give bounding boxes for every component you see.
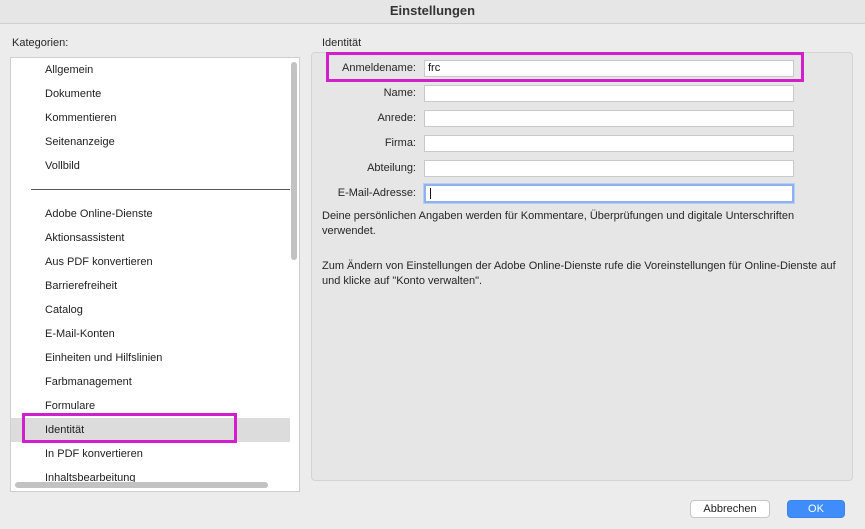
category-item-catalog[interactable]: Catalog xyxy=(11,298,290,322)
name-field[interactable] xyxy=(424,85,794,102)
category-item-einheiten-und-hilfslinien[interactable]: Einheiten und Hilfslinien xyxy=(11,346,290,370)
window-title: Einstellungen xyxy=(0,0,865,24)
salutation-label: Anrede: xyxy=(377,112,416,124)
salutation-field[interactable] xyxy=(424,110,794,127)
identity-info-text: Deine persönlichen Angaben werden für Ko… xyxy=(322,210,795,237)
company-label: Firma: xyxy=(384,137,416,149)
category-item-barrierefreiheit[interactable]: Barrierefreiheit xyxy=(11,274,290,298)
category-item-kommentieren[interactable]: Kommentieren xyxy=(11,106,290,130)
category-item-dokumente[interactable]: Dokumente xyxy=(11,82,290,106)
category-item-aktionsassistent[interactable]: Aktionsassistent xyxy=(11,226,290,250)
ok-button[interactable]: OK xyxy=(787,500,845,518)
email-field[interactable] xyxy=(424,184,794,203)
category-item-allgemein[interactable]: Allgemein xyxy=(11,58,290,82)
category-item-adobe-online-dienste[interactable]: Adobe Online-Dienste xyxy=(11,202,290,226)
department-field[interactable] xyxy=(424,160,794,177)
categories-list: Allgemein Dokumente Kommentieren Seitena… xyxy=(11,58,290,490)
name-label: Name: xyxy=(383,87,416,99)
online-services-info-text: Zum Ändern von Einstellungen der Adobe O… xyxy=(322,260,836,287)
login-name-label: Anmeldename: xyxy=(342,62,416,74)
category-item-e-mail-konten[interactable]: E-Mail-Konten xyxy=(11,322,290,346)
category-separator xyxy=(11,178,290,202)
login-name-field[interactable]: frc xyxy=(424,60,794,77)
category-item-seitenanzeige[interactable]: Seitenanzeige xyxy=(11,130,290,154)
cancel-button[interactable]: Abbrechen xyxy=(690,500,770,518)
category-item-aus-pdf-konvertieren[interactable]: Aus PDF konvertieren xyxy=(11,250,290,274)
department-label: Abteilung: xyxy=(367,162,416,174)
text-caret xyxy=(430,188,431,199)
category-item-identitaet[interactable]: Identität xyxy=(11,418,290,442)
categories-horizontal-scrollbar[interactable] xyxy=(15,482,268,488)
company-field[interactable] xyxy=(424,135,794,152)
category-item-in-pdf-konvertieren[interactable]: In PDF konvertieren xyxy=(11,442,290,466)
category-item-formulare[interactable]: Formulare xyxy=(11,394,290,418)
categories-vertical-scrollbar[interactable] xyxy=(291,62,297,260)
categories-label: Kategorien: xyxy=(12,37,69,49)
categories-list-panel[interactable]: Allgemein Dokumente Kommentieren Seitena… xyxy=(10,57,300,492)
category-item-farbmanagement[interactable]: Farbmanagement xyxy=(11,370,290,394)
category-item-vollbild[interactable]: Vollbild xyxy=(11,154,290,178)
email-label: E-Mail-Adresse: xyxy=(337,187,416,199)
identity-section-title: Identität xyxy=(322,37,362,49)
